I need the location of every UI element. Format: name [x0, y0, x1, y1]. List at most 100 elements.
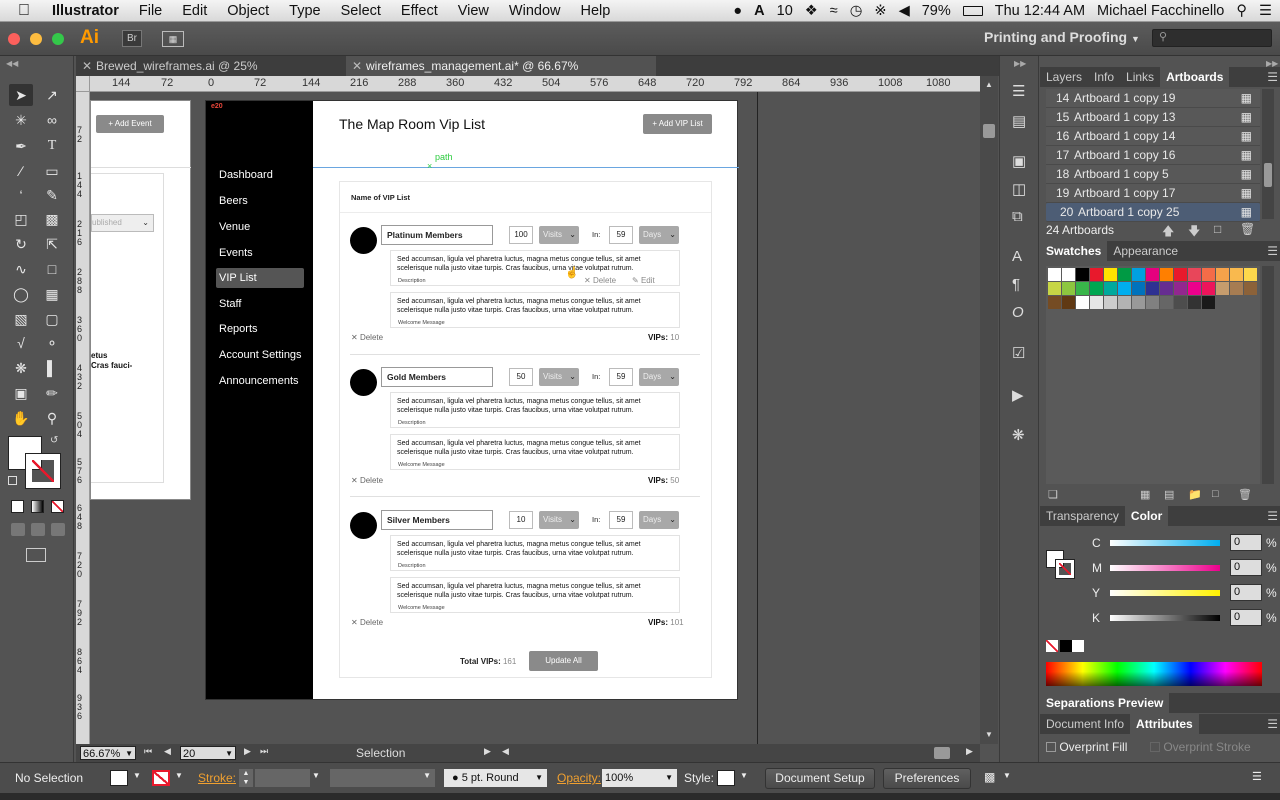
- color-swatch[interactable]: [1062, 282, 1075, 295]
- color-swatch[interactable]: [1132, 296, 1145, 309]
- arrange-documents-icon[interactable]: ▦: [162, 31, 184, 47]
- new-swatch-icon[interactable]: □: [1212, 488, 1219, 500]
- color-swatch[interactable]: [1062, 268, 1075, 281]
- warp-tool-icon[interactable]: ∿: [9, 258, 33, 280]
- color-swatch[interactable]: [1146, 268, 1159, 281]
- black-color-swatch[interactable]: [1060, 640, 1072, 652]
- yellow-slider[interactable]: [1110, 590, 1220, 596]
- magenta-slider[interactable]: [1110, 565, 1220, 571]
- type-tool-icon[interactable]: T: [40, 135, 64, 157]
- row-delete-button[interactable]: ✕ Delete: [584, 276, 616, 285]
- days-select[interactable]: Days ⌄: [639, 368, 679, 386]
- close-window-button[interactable]: [8, 33, 20, 45]
- color-swatch[interactable]: [1076, 296, 1089, 309]
- artboard-row[interactable]: 14 Artboard 1 copy 19 ▦: [1046, 89, 1260, 108]
- visits-count-input[interactable]: 10: [509, 511, 533, 529]
- tab-transparency[interactable]: Transparency: [1040, 506, 1125, 526]
- line-tool-icon[interactable]: ∕: [9, 160, 33, 182]
- preferences-button[interactable]: Preferences: [883, 768, 971, 789]
- artboard-options-icon[interactable]: ▦: [1241, 127, 1252, 146]
- color-swatch[interactable]: [1188, 282, 1201, 295]
- spotlight-icon[interactable]: ⚲: [1236, 3, 1247, 19]
- actions-play-icon[interactable]: ▶: [1012, 386, 1024, 404]
- artboard-row[interactable]: 17 Artboard 1 copy 16 ▦: [1046, 146, 1260, 165]
- gradient-mode-icon[interactable]: [31, 500, 44, 513]
- add-event-button[interactable]: + Add Event: [96, 115, 164, 133]
- color-swatch[interactable]: [1146, 296, 1159, 309]
- color-swatch[interactable]: [1104, 282, 1117, 295]
- arrange-icon[interactable]: ▩: [984, 770, 995, 784]
- gradient-tool-icon[interactable]: ▢: [40, 308, 64, 330]
- none-mode-icon[interactable]: [51, 500, 64, 513]
- move-up-icon[interactable]: 🡅: [1162, 222, 1174, 243]
- arrange-dropdown-icon[interactable]: ▼: [1003, 771, 1011, 780]
- days-select[interactable]: Days ⌄: [639, 226, 679, 244]
- character-icon[interactable]: A: [1012, 248, 1022, 265]
- group-name-input[interactable]: Silver Members: [381, 510, 493, 530]
- stroke-dropdown-icon[interactable]: ▼: [175, 771, 183, 780]
- h-scroll-thumb[interactable]: [934, 747, 950, 759]
- tab-layers[interactable]: Layers: [1040, 67, 1088, 87]
- lasso-tool-icon[interactable]: ∞: [40, 109, 64, 131]
- color-swatch[interactable]: [1174, 282, 1187, 295]
- graphic-style-swatch[interactable]: [717, 770, 735, 786]
- transform-icon[interactable]: ▣: [1012, 152, 1026, 170]
- swatches-scrollbar[interactable]: [1262, 266, 1274, 484]
- color-swatch[interactable]: [1160, 282, 1173, 295]
- slice-tool-icon[interactable]: ✏: [40, 382, 64, 404]
- style-dropdown-icon[interactable]: ▼: [740, 771, 748, 780]
- color-swatch[interactable]: [1160, 268, 1173, 281]
- close-tab-icon[interactable]: ✕: [352, 56, 362, 76]
- chat-icon[interactable]: ●: [733, 3, 742, 19]
- sidebar-item-announcements[interactable]: Announcements: [216, 371, 304, 391]
- visits-count-input[interactable]: 100: [509, 226, 533, 244]
- draw-mode-icon[interactable]: [11, 523, 25, 536]
- color-swatch[interactable]: [1090, 282, 1103, 295]
- user-name[interactable]: Michael Facchinello: [1097, 3, 1224, 19]
- vertical-scrollbar[interactable]: ▲ ▼: [980, 76, 998, 744]
- scroll-left-icon[interactable]: ◀: [502, 746, 509, 757]
- fill-dropdown-icon[interactable]: ▼: [133, 771, 141, 780]
- color-swatch[interactable]: [1118, 296, 1131, 309]
- sidebar-item-vip-list[interactable]: VIP List: [216, 268, 304, 288]
- group-name-input[interactable]: Gold Members: [381, 367, 493, 387]
- libraries-icon[interactable]: ☰: [1012, 82, 1025, 100]
- color-swatch[interactable]: [1188, 268, 1201, 281]
- workspace-switcher[interactable]: Printing and Proofing ▼: [984, 29, 1140, 45]
- menu-object[interactable]: Object: [217, 0, 279, 21]
- color-swatch[interactable]: [1230, 268, 1243, 281]
- bridge-button[interactable]: Br: [122, 30, 142, 47]
- pathfinder-icon[interactable]: ⧉: [1012, 208, 1023, 225]
- opacity-input[interactable]: 100% ▼: [602, 769, 677, 787]
- document-setup-button[interactable]: Document Setup: [765, 768, 875, 789]
- brushes-icon[interactable]: ▤: [1012, 112, 1026, 130]
- tab-artboards[interactable]: Artboards: [1160, 67, 1230, 87]
- delete-swatch-icon[interactable]: 🗑: [1238, 488, 1252, 501]
- days-count-input[interactable]: 59: [609, 511, 633, 529]
- color-swatch[interactable]: [1118, 268, 1131, 281]
- tab-links[interactable]: Links: [1120, 67, 1160, 87]
- artboard-row[interactable]: 19 Artboard 1 copy 17 ▦: [1046, 184, 1260, 203]
- artboard-number-field[interactable]: 20 ▼: [180, 746, 236, 760]
- artboards-scroll-thumb[interactable]: [1264, 163, 1272, 187]
- status-menu-icon[interactable]: ▶: [484, 746, 491, 757]
- blend-tool-icon[interactable]: ⚬: [40, 332, 64, 354]
- visits-count-input[interactable]: 50: [509, 368, 533, 386]
- ruler-origin[interactable]: [76, 76, 90, 92]
- tab-swatches[interactable]: Swatches: [1040, 241, 1108, 261]
- rectangle-tool-icon[interactable]: ▭: [40, 160, 64, 182]
- move-down-icon[interactable]: 🡇: [1188, 222, 1200, 243]
- zoom-level-field[interactable]: 66.67% ▼: [80, 746, 136, 760]
- color-swatch[interactable]: [1132, 282, 1145, 295]
- sidebar-item-reports[interactable]: Reports: [216, 319, 304, 339]
- color-swatch[interactable]: [1104, 268, 1117, 281]
- new-color-group-icon[interactable]: 📁: [1188, 488, 1202, 501]
- canvas[interactable]: + Add Event ublished ⌄ etus Cras fauci- e…: [90, 92, 980, 744]
- color-swatch[interactable]: [1174, 268, 1187, 281]
- scroll-down-icon[interactable]: ▼: [985, 730, 993, 739]
- stroke-color-control[interactable]: [152, 770, 170, 786]
- draw-behind-icon[interactable]: [31, 523, 45, 536]
- draw-inside-icon[interactable]: [51, 523, 65, 536]
- default-fill-stroke-icon[interactable]: [8, 476, 17, 485]
- color-swatch[interactable]: [1244, 268, 1257, 281]
